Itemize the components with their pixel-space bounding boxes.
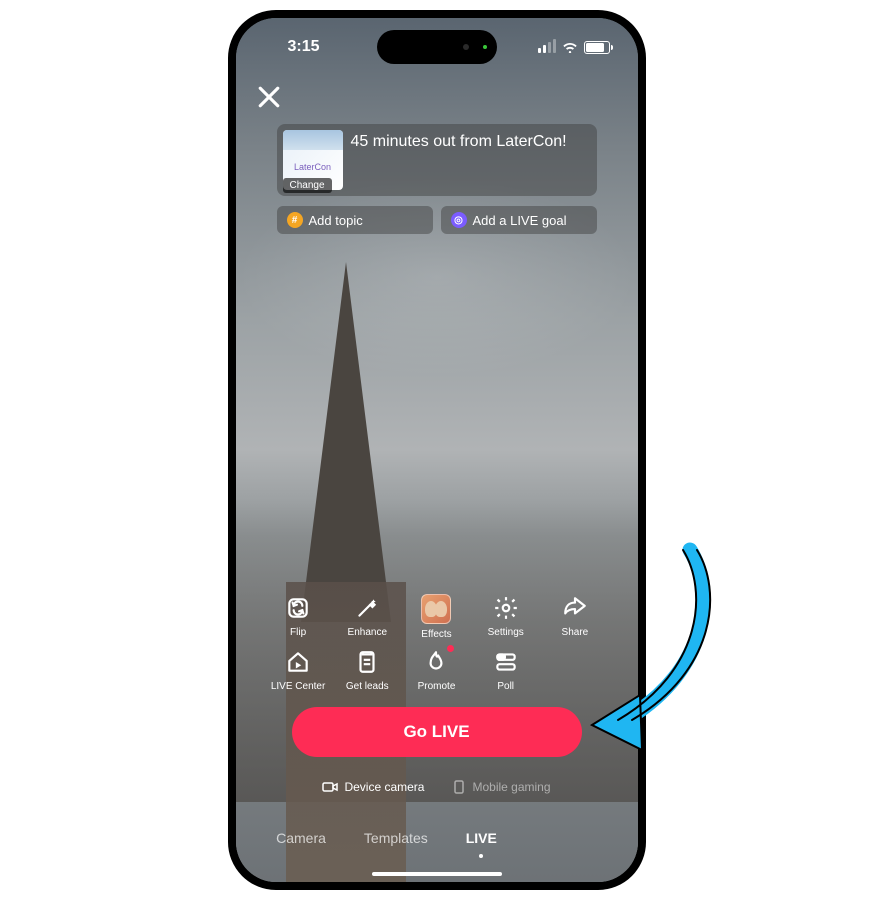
notification-dot-icon (447, 645, 454, 652)
source-row: Device camera Mobile gaming (236, 780, 638, 794)
poll-button[interactable]: Poll (474, 648, 537, 692)
go-live-button[interactable]: Go LIVE (292, 707, 582, 757)
cellular-signal-icon (538, 41, 556, 53)
enhance-button[interactable]: Enhance (336, 594, 399, 640)
phone-frame: 3:15 LaterCon 45 minutes out from LaterC… (228, 10, 646, 890)
live-center-icon (284, 648, 312, 676)
effects-icon (421, 594, 451, 624)
settings-icon (492, 594, 520, 622)
add-live-goal-chip[interactable]: ◎ Add a LIVE goal (441, 206, 597, 234)
effects-button[interactable]: Effects (405, 594, 468, 640)
flip-button[interactable]: Flip (267, 594, 330, 640)
status-time: 3:15 (288, 38, 320, 56)
settings-button[interactable]: Settings (474, 594, 537, 640)
device-camera-option[interactable]: Device camera (322, 780, 424, 794)
target-icon: ◎ (451, 212, 467, 228)
chip-label: Add topic (309, 213, 363, 228)
promote-icon (422, 648, 450, 676)
chip-label: Add a LIVE goal (473, 213, 567, 228)
mobile-icon (452, 780, 466, 794)
chip-row: # Add topic ◎ Add a LIVE goal (277, 206, 597, 234)
add-topic-chip[interactable]: # Add topic (277, 206, 433, 234)
dynamic-island (377, 30, 497, 64)
tools-grid: Flip Enhance Effects Settings Share (267, 594, 607, 692)
mode-camera[interactable]: Camera (276, 830, 326, 846)
battery-icon (584, 41, 610, 54)
mode-row: Camera Templates LIVE (236, 830, 638, 846)
get-leads-button[interactable]: Get leads (336, 648, 399, 692)
promote-button[interactable]: Promote (405, 648, 468, 692)
home-indicator[interactable] (372, 872, 502, 876)
flip-icon (284, 594, 312, 622)
close-button[interactable] (254, 82, 284, 112)
get-leads-icon (353, 648, 381, 676)
poll-icon (492, 648, 520, 676)
mobile-gaming-option[interactable]: Mobile gaming (452, 780, 550, 794)
live-title-text: 45 minutes out from LaterCon! (351, 130, 591, 151)
share-button[interactable]: Share (543, 594, 606, 640)
wifi-icon (562, 41, 578, 53)
camera-icon (322, 780, 338, 794)
source-label: Device camera (344, 780, 424, 794)
hash-icon: # (287, 212, 303, 228)
live-title-card[interactable]: LaterCon 45 minutes out from LaterCon! C… (277, 124, 597, 196)
share-icon (561, 594, 589, 622)
mode-live[interactable]: LIVE (466, 830, 497, 846)
mode-templates[interactable]: Templates (364, 830, 428, 846)
source-label: Mobile gaming (472, 780, 550, 794)
enhance-icon (353, 594, 381, 622)
change-cover-button[interactable]: Change (283, 178, 332, 193)
live-center-button[interactable]: LIVE Center (267, 648, 330, 692)
